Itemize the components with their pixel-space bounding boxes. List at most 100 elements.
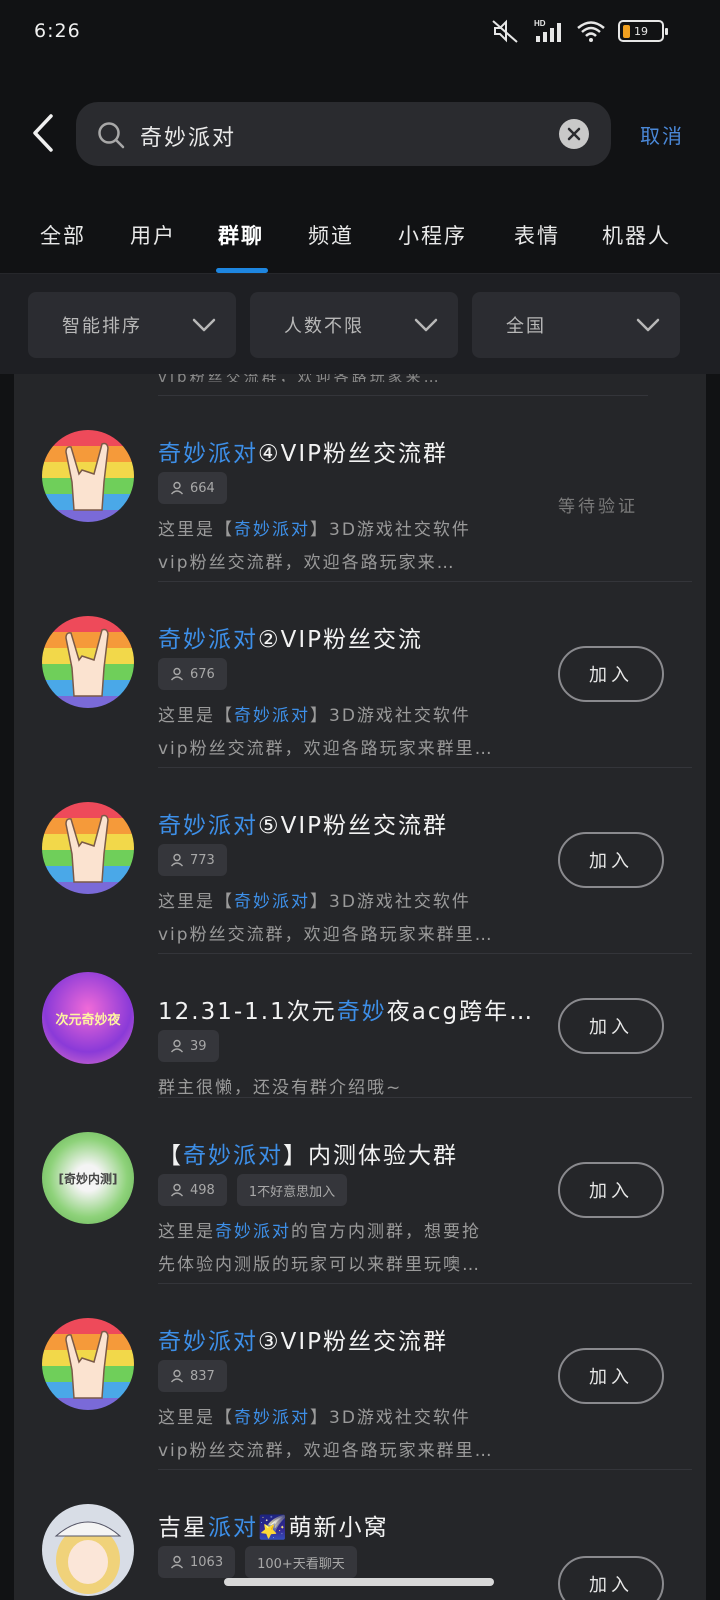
avatar-label: [奇妙内测] <box>58 1171 118 1186</box>
person-icon <box>170 1369 184 1383</box>
member-count-badge: 1063 <box>158 1546 236 1578</box>
group-avatar[interactable] <box>42 616 134 708</box>
tab-stickers[interactable]: 表情 <box>514 220 560 250</box>
tab-users[interactable]: 用户 <box>130 220 176 250</box>
person-icon <box>170 1183 184 1197</box>
group-tags: 676 <box>158 658 227 690</box>
group-tags: 664 <box>158 472 227 504</box>
list-item[interactable]: [奇妙内测] 【奇妙派对】内测体验大群 498 1不好意思加入这里是奇妙派对的官方内测… <box>14 1098 706 1284</box>
chevron-down-icon <box>192 318 216 332</box>
group-result-list: vip粉丝交流群，欢迎各路玩家来… 奇妙派对④VIP粉丝交流群664这里是【奇妙… <box>14 374 706 1600</box>
member-count-badge: 498 <box>158 1174 227 1206</box>
member-count-filter[interactable]: 人数不限 <box>250 292 458 358</box>
member-count: 498 <box>190 1182 215 1198</box>
join-button[interactable]: 加入 <box>558 998 664 1054</box>
person-icon <box>170 853 184 867</box>
group-label-badge: 1不好意思加入 <box>236 1174 348 1206</box>
description-line: vip粉丝交流群，欢迎各路玩家来群里… <box>158 925 494 945</box>
list-item[interactable]: 奇妙派对③VIP粉丝交流群 837 这里是【奇妙派对】3D游戏社交软件 vip粉丝交流… <box>14 1284 706 1470</box>
person-icon <box>170 667 184 681</box>
member-count: 1063 <box>190 1554 224 1570</box>
member-count-badge: 39 <box>158 1030 219 1062</box>
description-line: 这里是【奇妙派对】3D游戏社交软件 <box>158 1408 471 1428</box>
tab-channels[interactable]: 频道 <box>308 220 354 250</box>
group-title: 奇妙派对③VIP粉丝交流群 <box>158 1322 448 1356</box>
search-header: 奇妙派对 取消 <box>0 68 720 198</box>
status-icons: HD 19 <box>490 18 668 44</box>
group-description: 这里是奇妙派对的官方内测群，想要抢 先体验内测版的玩家可以来群里玩噢… <box>158 1216 538 1282</box>
clear-search-button[interactable] <box>559 119 589 149</box>
tab-all[interactable]: 全部 <box>40 220 86 250</box>
member-count-badge: 773 <box>158 844 227 876</box>
avatar-label: 次元奇妙夜 <box>55 1012 121 1028</box>
description-line: vip粉丝交流群，欢迎各路玩家来群里… <box>158 739 494 759</box>
close-icon <box>567 127 581 141</box>
sort-filter[interactable]: 智能排序 <box>28 292 236 358</box>
person-icon <box>170 481 184 495</box>
group-title: 奇妙派对④VIP粉丝交流群 <box>158 434 448 468</box>
join-button[interactable]: 加入 <box>558 832 664 888</box>
list-item[interactable]: 奇妙派对②VIP粉丝交流 676 这里是【奇妙派对】3D游戏社交软件 vip粉丝交流群… <box>14 582 706 768</box>
group-avatar[interactable] <box>42 430 134 522</box>
group-tags: 498 1不好意思加入 <box>158 1174 348 1206</box>
group-description: 这里是【奇妙派对】3D游戏社交软件 vip粉丝交流群，欢迎各路玩家来群里… <box>158 1402 538 1468</box>
join-button[interactable]: 加入 <box>558 1348 664 1404</box>
group-title: 【奇妙派对】内测体验大群 <box>158 1143 458 1169</box>
group-tags: 773 <box>158 844 227 876</box>
title-rest: ④VIP粉丝交流群 <box>258 441 449 467</box>
list-item[interactable]: 奇妙派对④VIP粉丝交流群 664 这里是【奇妙派对】3D游戏社交软件 vip粉丝交流… <box>14 396 706 582</box>
title-rest: ⑤VIP粉丝交流群 <box>258 813 449 839</box>
group-title: 奇妙派对②VIP粉丝交流 <box>158 620 423 654</box>
cancel-button[interactable]: 取消 <box>640 120 684 149</box>
active-tab-indicator <box>216 268 268 273</box>
chevron-down-icon <box>414 318 438 332</box>
group-avatar[interactable] <box>42 1504 134 1596</box>
person-icon <box>170 1555 184 1569</box>
signal-icon: HD <box>534 19 561 42</box>
member-count: 664 <box>190 480 215 496</box>
member-count-badge: 676 <box>158 658 227 690</box>
category-tabs: 全部 用户 群聊 频道 小程序 表情 机器人 <box>0 198 720 274</box>
list-item[interactable]: 奇妙派对⑤VIP粉丝交流群 773 这里是【奇妙派对】3D游戏社交软件 vip粉丝交流… <box>14 768 706 954</box>
member-count: 39 <box>190 1038 207 1054</box>
chevron-down-icon <box>636 318 660 332</box>
region-filter-label: 全国 <box>506 316 546 337</box>
title-highlight: 奇妙派对 <box>158 627 258 653</box>
group-description: 这里是【奇妙派对】3D游戏社交软件 vip粉丝交流群，欢迎各路玩家来群里… <box>158 886 538 952</box>
group-avatar[interactable]: 次元奇妙夜 <box>42 972 134 1064</box>
join-button[interactable]: 加入 <box>558 646 664 702</box>
description-line: 先体验内测版的玩家可以来群里玩噢… <box>158 1255 481 1275</box>
search-box[interactable]: 奇妙派对 <box>76 102 611 166</box>
join-button[interactable]: 加入 <box>558 1162 664 1218</box>
group-avatar[interactable] <box>42 802 134 894</box>
description-line: vip粉丝交流群，欢迎各路玩家来群里… <box>158 1441 494 1461</box>
search-input[interactable]: 奇妙派对 <box>140 120 236 152</box>
description-line: 这里是【奇妙派对】3D游戏社交软件 <box>158 892 471 912</box>
tab-group-chats[interactable]: 群聊 <box>218 220 264 250</box>
back-button[interactable] <box>26 108 60 158</box>
pending-verification-label: 等待验证 <box>558 497 638 517</box>
title-rest: ③VIP粉丝交流群 <box>258 1329 449 1355</box>
wifi-icon <box>577 21 605 42</box>
description-line: 这里是【奇妙派对】3D游戏社交软件 <box>158 706 471 726</box>
tab-bots[interactable]: 机器人 <box>602 220 671 250</box>
person-icon <box>170 1039 184 1053</box>
group-avatar[interactable]: [奇妙内测] <box>42 1132 134 1224</box>
list-item[interactable]: 次元奇妙夜12.31-1.1次元奇妙夜acg跨年狂…39群主很懒，还没有群介绍哦… <box>14 954 706 1098</box>
join-button[interactable]: 加入 <box>558 1556 664 1600</box>
member-count: 837 <box>190 1368 215 1384</box>
description-line: vip粉丝交流群，欢迎各路玩家来… <box>158 553 456 573</box>
chevron-left-icon <box>33 114 53 152</box>
home-indicator[interactable] <box>224 1578 494 1586</box>
tab-mini-programs[interactable]: 小程序 <box>398 220 467 250</box>
title-rest: ②VIP粉丝交流 <box>258 627 424 653</box>
battery-icon: 19 <box>618 20 668 42</box>
member-count-filter-label: 人数不限 <box>284 316 364 337</box>
sort-filter-label: 智能排序 <box>62 316 142 337</box>
title-highlight: 奇妙派对 <box>158 813 258 839</box>
region-filter[interactable]: 全国 <box>472 292 680 358</box>
group-tags: 837 <box>158 1360 227 1392</box>
group-tags: 39 <box>158 1030 219 1062</box>
group-title: 奇妙派对⑤VIP粉丝交流群 <box>158 806 448 840</box>
group-avatar[interactable] <box>42 1318 134 1410</box>
